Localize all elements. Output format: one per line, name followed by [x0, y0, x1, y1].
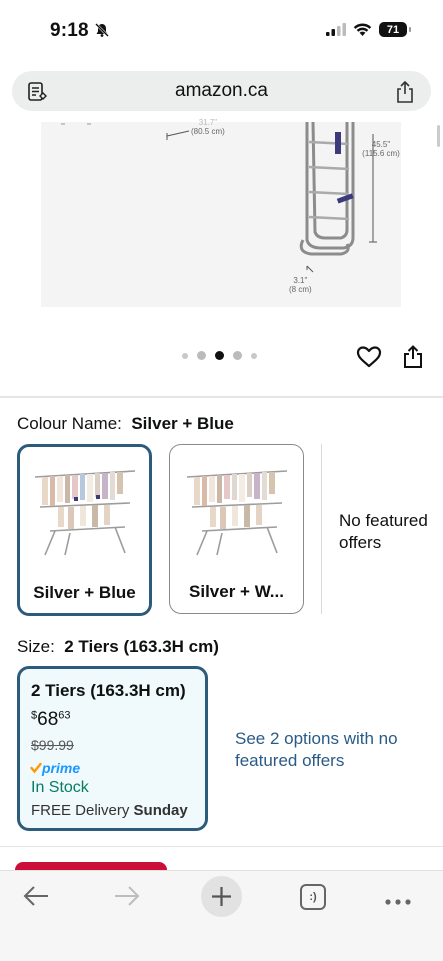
colour-option-label: Silver + W... — [189, 582, 284, 601]
width-inches: 31.7" — [198, 118, 218, 127]
carousel-dot-active[interactable] — [215, 351, 224, 360]
silent-bell-icon — [94, 22, 110, 43]
height-dimension-label: 45.5" (115.6 cm) — [359, 140, 403, 158]
forward-arrow-icon[interactable] — [113, 884, 141, 913]
size-selected: 2 Tiers (163.3H cm) — [64, 637, 219, 656]
prime-text: prime — [42, 760, 81, 776]
section-divider — [0, 396, 443, 398]
product-share-icon[interactable] — [402, 344, 424, 375]
size-option-title: 2 Tiers (163.3H cm) — [31, 681, 186, 700]
price-fraction: 63 — [58, 709, 71, 722]
stock-status: In Stock — [31, 779, 89, 796]
rack-thumbnail — [186, 470, 288, 556]
delivery-day: Sunday — [133, 802, 188, 819]
see-options-link[interactable]: See 2 options with no featured offers — [235, 728, 405, 772]
colour-heading: Colour Name: Silver + Blue — [17, 414, 234, 434]
carousel-dot[interactable] — [251, 352, 257, 359]
swatch-separator — [321, 444, 322, 614]
battery-level: 71 — [386, 23, 400, 36]
cellular-signal-icon — [326, 23, 346, 36]
rack-thumbnail — [34, 470, 136, 556]
more-menu-icon[interactable] — [384, 893, 412, 911]
no-featured-offers: No featured offers — [339, 511, 428, 552]
colour-option-silver-white[interactable]: Silver + W... — [169, 444, 304, 614]
foot-cm: (8 cm) — [289, 285, 312, 294]
price-whole: 68 — [37, 709, 59, 730]
battery-icon: 71 — [379, 22, 411, 37]
width-cm: (80.5 cm) — [191, 127, 225, 136]
foot-dimension-label: 3.1" (8 cm) — [289, 276, 312, 294]
height-inches: 45.5" — [371, 140, 391, 149]
tabs-icon[interactable]: :) — [300, 884, 326, 910]
carousel-dot[interactable] — [182, 352, 188, 359]
tabs-face-glyph: :) — [309, 891, 317, 903]
scrollbar[interactable] — [437, 125, 440, 147]
carousel-dots[interactable] — [182, 351, 257, 360]
colour-selected: Silver + Blue — [131, 414, 234, 433]
carousel-dot[interactable] — [233, 351, 242, 360]
size-label: Size: — [17, 637, 55, 656]
carousel-dot[interactable] — [197, 351, 206, 360]
status-indicators: 71 — [326, 22, 411, 37]
delivery-prefix: FREE Delivery — [31, 802, 130, 819]
new-tab-plus-icon[interactable] — [201, 876, 242, 917]
drying-rack-drawing — [61, 122, 377, 273]
width-dimension-label: 31.7" (80.5 cm) — [191, 118, 225, 136]
price: $6863 — [31, 709, 71, 731]
prime-badge: prime — [30, 760, 80, 776]
section-divider — [0, 846, 443, 847]
url-domain[interactable]: amazon.ca — [0, 80, 443, 102]
colour-option-label: Silver + Blue — [33, 583, 136, 602]
foot-inches: 3.1" — [293, 276, 308, 285]
size-option-card[interactable]: 2 Tiers (163.3H cm) $6863 $99.99 prime I… — [17, 666, 208, 831]
height-cm: (115.6 cm) — [362, 149, 400, 158]
share-icon[interactable] — [394, 80, 416, 109]
colour-option-silver-blue[interactable]: Silver + Blue — [17, 444, 152, 616]
product-image[interactable]: 31.7" (80.5 cm) 45.5" (115.6 cm) 3.1" (8… — [41, 118, 403, 307]
status-time: 9:18 — [50, 20, 89, 41]
heart-icon[interactable] — [356, 345, 382, 374]
size-heading: Size: 2 Tiers (163.3H cm) — [17, 637, 219, 657]
prime-check-icon — [30, 762, 42, 774]
colour-label: Colour Name: — [17, 414, 122, 433]
delivery-info: FREE Delivery Sunday — [31, 802, 188, 819]
back-arrow-icon[interactable] — [22, 884, 50, 913]
wifi-icon — [353, 22, 372, 36]
list-price: $99.99 — [31, 737, 74, 753]
